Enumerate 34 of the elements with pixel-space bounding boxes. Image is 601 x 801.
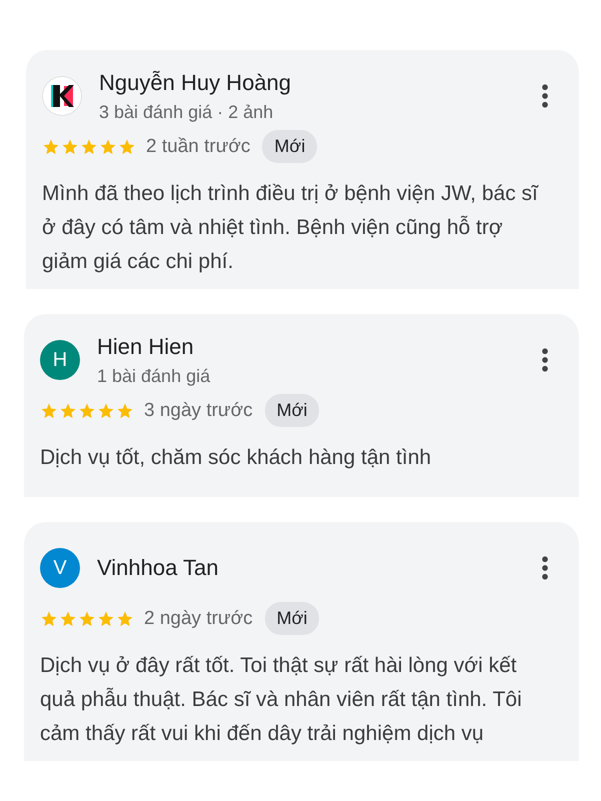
reviewer-name[interactable]: Vinhhoa Tan [97,555,541,581]
star-icon [40,402,58,420]
star-icon [78,402,96,420]
review-text: Dịch vụ ở đây rất tốt. Toi thật sự rất hài lòng với kết quả phẫu thuật. Bác sĩ và nhân viên rất tận tình. Tôi cảm thấy rất vui khi đến dây trải nghiệm dịch vụ [40,653,523,747]
new-badge: Mới [264,394,320,427]
reviewer-name[interactable]: Nguyễn Huy Hoàng [99,70,541,96]
star-icon [78,610,96,628]
star-icon [97,610,115,628]
more-icon[interactable] [541,556,549,580]
star-icon [80,138,98,156]
new-badge: Mới [262,130,318,163]
review-time: 2 tuần trước [146,136,250,158]
review-time: 3 ngày trước [144,400,253,422]
star-icon [116,610,134,628]
star-icon [99,138,117,156]
star-icon [40,610,58,628]
reviewer-stats: 3 bài đánh giá · 2 ảnh [99,102,274,122]
star-icon [61,138,79,156]
reviewer-stats: 1 bài đánh giá [97,366,212,386]
star-icon [118,138,136,156]
more-icon[interactable] [541,348,549,372]
new-badge: Mới [264,602,320,635]
review-time: 2 ngày trước [144,608,253,630]
review-text: Dịch vụ tốt, chăm sóc khách hàng tận tình [40,445,432,471]
reviewer-name[interactable]: Hien Hien [97,334,541,360]
star-icon [59,402,77,420]
more-icon[interactable] [541,84,549,108]
review-text: Mình đã theo lịch trình điều trị ở bệnh viện JW, bác sĩ ở đây có tâm và nhiệt tình. Bệnh viện cũng hỗ trợ giảm giá các chi phí. [42,181,540,275]
star-icon [116,402,134,420]
star-icon [59,610,77,628]
star-icon [97,402,115,420]
star-icon [42,138,60,156]
avatar: H [40,340,80,380]
avatar: V [40,548,80,588]
